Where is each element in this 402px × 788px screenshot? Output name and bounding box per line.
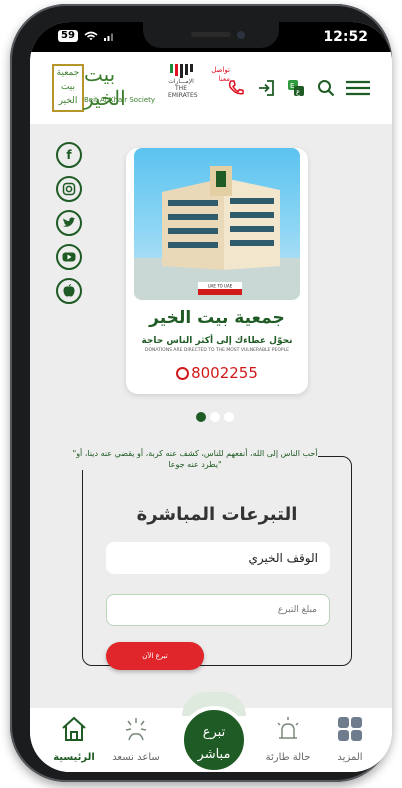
fab-line1: تبرع bbox=[202, 725, 226, 740]
card-subtitle: نحوّل عطاءك إلى أكثر الناس حاجة bbox=[141, 336, 293, 346]
building-illustration: UAE TO UAE bbox=[134, 166, 300, 300]
apple-icon[interactable] bbox=[56, 278, 82, 304]
carousel-dot[interactable] bbox=[210, 412, 220, 422]
beit-al-khair-logo[interactable]: جمعية بيت الخير بيت الخير Beit Al Khair … bbox=[52, 62, 155, 112]
card-phone-number: 8002255 bbox=[191, 364, 258, 382]
emirates-logo: الإمـــارات THE EMIRATES bbox=[168, 64, 198, 104]
carousel-dot[interactable] bbox=[224, 412, 234, 422]
nav-more-label: المزيد bbox=[337, 752, 363, 763]
front-camera bbox=[237, 31, 245, 39]
alarm-icon bbox=[277, 717, 299, 739]
nav-home-label: الرئيسية bbox=[53, 752, 95, 763]
logo-english-text: Beit Al Khair Society bbox=[84, 96, 156, 104]
phone-circle-icon bbox=[176, 367, 190, 380]
signal-icon bbox=[103, 33, 113, 41]
phone-frame: 59 12:52 جمعية بيت الخير بيت الخير Beit … bbox=[10, 4, 392, 782]
nav-emergency[interactable]: حالة طارئة bbox=[258, 714, 318, 763]
clock: 12:52 bbox=[323, 29, 368, 45]
search-icon[interactable] bbox=[316, 78, 336, 98]
carousel-card[interactable]: UAE TO UAE جمعية بيت الخير نحوّل عطاءك إ… bbox=[126, 148, 308, 394]
donate-now-button[interactable]: تبرع الآن bbox=[106, 642, 204, 670]
wifi-icon bbox=[84, 31, 98, 40]
card-phone[interactable]: 8002255 bbox=[126, 364, 308, 382]
nav-help[interactable]: ساعد نسعد bbox=[106, 714, 166, 763]
svg-text:E: E bbox=[290, 82, 294, 90]
home-icon bbox=[62, 716, 86, 741]
card-subtitle-en: DONATIONS ARE DIRECTED TO THE MOST VULNE… bbox=[145, 348, 289, 353]
emirates-caption-ar: الإمـــارات bbox=[168, 78, 194, 85]
nav-emergency-label: حالة طارئة bbox=[265, 752, 311, 763]
direct-donate-fab[interactable]: تبرع مباشر bbox=[180, 706, 248, 772]
phone-icon[interactable] bbox=[226, 78, 246, 98]
carousel-dot[interactable] bbox=[196, 412, 206, 422]
instagram-icon[interactable] bbox=[56, 176, 82, 202]
image-label: UAE TO UAE bbox=[208, 284, 233, 289]
nav-more[interactable]: المزيد bbox=[320, 714, 380, 763]
battery-indicator: 59 bbox=[58, 30, 78, 42]
speaker bbox=[191, 32, 231, 37]
building-image: UAE TO UAE bbox=[134, 148, 300, 300]
language-icon[interactable]: Eع bbox=[286, 78, 306, 98]
youtube-icon[interactable] bbox=[56, 244, 82, 270]
hadith-quote: "أحب الناس إلى الله، أنفعهم للناس، كشف ع… bbox=[72, 448, 318, 470]
app-header: جمعية بيت الخير بيت الخير Beit Al Khair … bbox=[30, 52, 392, 124]
card-title: جمعية بيت الخير bbox=[149, 308, 285, 328]
nav-help-label: ساعد نسعد bbox=[112, 752, 160, 763]
login-icon[interactable] bbox=[256, 78, 276, 98]
fab-line2: مباشر bbox=[197, 747, 231, 762]
menu-icon[interactable] bbox=[344, 78, 372, 98]
donation-amount-input[interactable] bbox=[106, 594, 330, 626]
donation-title: التبرعات المباشرة bbox=[136, 504, 298, 525]
hands-icon bbox=[125, 718, 147, 741]
facebook-icon[interactable]: f bbox=[56, 142, 82, 168]
donation-category-select[interactable]: الوقف الخيري bbox=[106, 542, 330, 574]
grid-icon bbox=[338, 717, 362, 741]
emirates-caption-en: THE EMIRATES bbox=[168, 85, 198, 99]
nav-home[interactable]: الرئيسية bbox=[44, 714, 104, 763]
notch bbox=[143, 22, 279, 48]
emirates-bars-icon bbox=[168, 64, 194, 78]
app-screen: 59 12:52 جمعية بيت الخير بيت الخير Beit … bbox=[30, 22, 392, 772]
twitter-icon[interactable] bbox=[56, 210, 82, 236]
logo-badge: جمعية بيت الخير bbox=[52, 64, 84, 112]
carousel-dots bbox=[196, 412, 234, 422]
